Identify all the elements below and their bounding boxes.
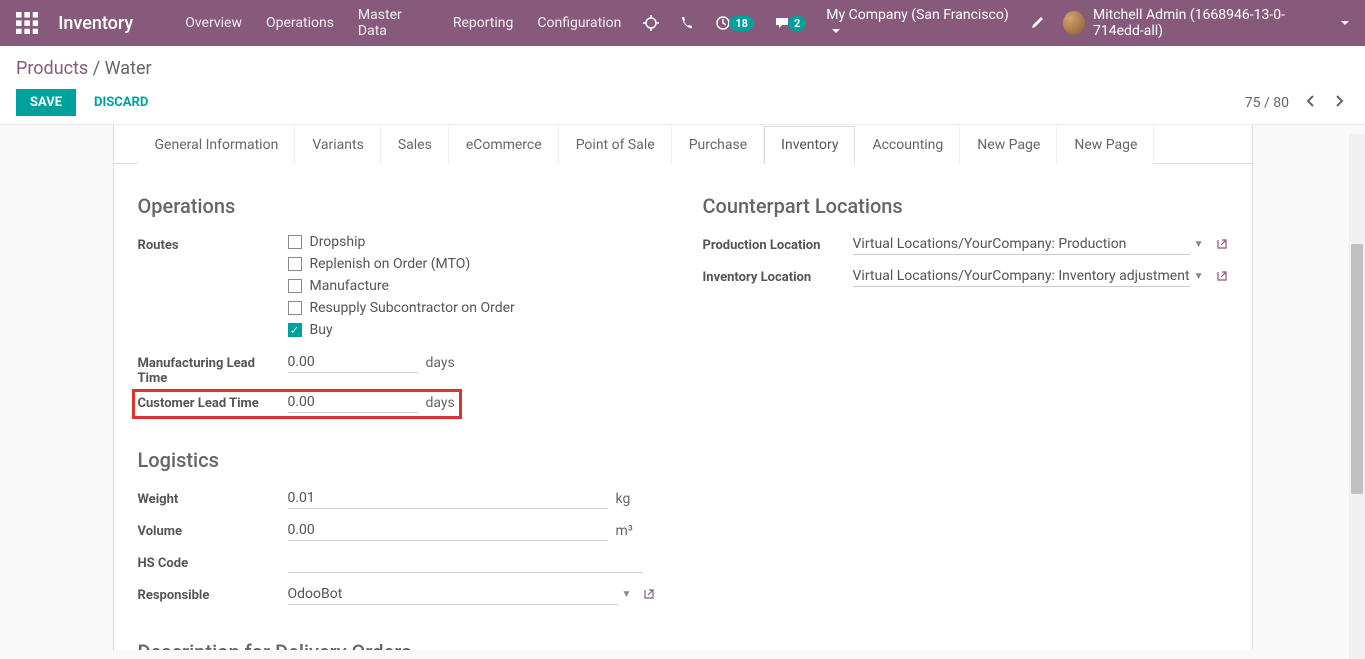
dropdown-icon[interactable]: ▼ <box>618 589 636 600</box>
route-buy[interactable]: Buy <box>288 322 515 338</box>
pager-text[interactable]: 75 / 80 <box>1245 95 1289 111</box>
dropdown-icon[interactable]: ▼ <box>1190 271 1208 282</box>
caret-down-icon <box>1341 21 1349 25</box>
route-label: Buy <box>310 322 333 338</box>
counterpart-title: Counterpart Locations <box>703 194 1228 218</box>
volume-unit: m³ <box>616 523 633 539</box>
cust-lead-input[interactable] <box>288 392 418 413</box>
responsible-input[interactable] <box>288 584 618 605</box>
inv-loc-label: Inventory Location <box>703 266 853 285</box>
route-replenish-mto[interactable]: Replenish on Order (MTO) <box>288 256 515 272</box>
hscode-input[interactable] <box>288 552 643 573</box>
weight-label: Weight <box>138 488 288 507</box>
save-button[interactable]: Save <box>16 89 76 116</box>
breadcrumb-products[interactable]: Products <box>16 58 88 79</box>
app-name[interactable]: Inventory <box>58 13 133 34</box>
tabs: General Information Variants Sales eComm… <box>114 125 1252 164</box>
inv-loc-input[interactable] <box>853 266 1190 287</box>
mfg-lead-label: Manufacturing Lead Time <box>138 352 288 386</box>
external-link-icon[interactable] <box>1216 267 1228 286</box>
weight-input[interactable] <box>288 488 608 509</box>
route-label: Resupply Subcontractor on Order <box>310 300 515 316</box>
checkbox-icon <box>288 235 302 249</box>
route-label: Dropship <box>310 234 366 250</box>
checkbox-icon <box>288 279 302 293</box>
avatar <box>1063 11 1085 35</box>
company-name: My Company (San Francisco) <box>826 7 1008 23</box>
prod-loc-input[interactable] <box>853 234 1190 255</box>
route-label: Manufacture <box>310 278 389 294</box>
content-wrapper: General Information Variants Sales eComm… <box>0 125 1365 650</box>
breadcrumb: Products / Water <box>16 58 1349 79</box>
tab-accounting[interactable]: Accounting <box>855 126 960 164</box>
user-menu[interactable]: Mitchell Admin (1668946-13-0-714edd-all) <box>1055 7 1349 39</box>
discard-button[interactable]: Discard <box>80 89 162 116</box>
form-sheet: General Information Variants Sales eComm… <box>113 125 1253 650</box>
main-navbar: Inventory Overview Operations Master Dat… <box>0 0 1365 46</box>
operations-title: Operations <box>138 194 663 218</box>
routes-label: Routes <box>138 234 288 253</box>
caret-down-icon <box>832 29 840 33</box>
right-column: Counterpart Locations Production Locatio… <box>703 194 1228 650</box>
user-name: Mitchell Admin (1668946-13-0-714edd-all) <box>1093 7 1335 39</box>
route-manufacture[interactable]: Manufacture <box>288 278 515 294</box>
hscode-label: HS Code <box>138 552 288 571</box>
description-delivery-title: Description for Delivery Orders <box>138 640 663 650</box>
activity-icon[interactable]: 18 <box>705 15 764 31</box>
responsible-label: Responsible <box>138 584 288 603</box>
debug-icon[interactable] <box>633 15 669 31</box>
menu-overview[interactable]: Overview <box>173 15 254 31</box>
tab-point-of-sale[interactable]: Point of Sale <box>559 126 672 164</box>
apps-icon[interactable] <box>16 11 38 35</box>
route-resupply-subcontractor[interactable]: Resupply Subcontractor on Order <box>288 300 515 316</box>
weight-unit: kg <box>616 491 631 507</box>
activity-badge: 18 <box>729 16 754 31</box>
menu-master-data[interactable]: Master Data <box>346 7 441 39</box>
pager-prev-icon[interactable] <box>1301 90 1319 116</box>
mfg-lead-input[interactable] <box>288 352 418 373</box>
cust-lead-label: Customer Lead Time <box>138 392 288 411</box>
pager-next-icon[interactable] <box>1331 90 1349 116</box>
scrollbar-thumb[interactable] <box>1351 244 1363 494</box>
volume-label: Volume <box>138 520 288 539</box>
messaging-icon[interactable]: 2 <box>764 15 816 31</box>
prod-loc-label: Production Location <box>703 234 853 253</box>
route-dropship[interactable]: Dropship <box>288 234 515 250</box>
days-unit: days <box>426 395 455 411</box>
phone-icon[interactable] <box>669 15 705 31</box>
tools-icon[interactable] <box>1019 15 1055 31</box>
checkbox-icon <box>288 301 302 315</box>
volume-input[interactable] <box>288 520 608 541</box>
route-label: Replenish on Order (MTO) <box>310 256 471 272</box>
tab-purchase[interactable]: Purchase <box>672 126 764 164</box>
dropdown-icon[interactable]: ▼ <box>1190 239 1208 250</box>
checkbox-icon <box>288 257 302 271</box>
company-selector[interactable]: My Company (San Francisco) <box>816 7 1019 39</box>
tab-new-page-1[interactable]: New Page <box>960 126 1057 164</box>
scrollbar-track[interactable] <box>1349 134 1365 659</box>
menu-configuration[interactable]: Configuration <box>525 15 633 31</box>
logistics-title: Logistics <box>138 448 663 472</box>
checkbox-checked-icon <box>288 323 302 337</box>
breadcrumb-current: Water <box>105 58 152 79</box>
left-column: Operations Routes Dropship Replenish on … <box>138 194 663 650</box>
menu-operations[interactable]: Operations <box>254 15 346 31</box>
external-link-icon[interactable] <box>643 585 655 604</box>
message-badge: 2 <box>788 16 806 31</box>
tab-variants[interactable]: Variants <box>295 126 381 164</box>
tab-ecommerce[interactable]: eCommerce <box>449 126 559 164</box>
tab-new-page-2[interactable]: New Page <box>1057 126 1154 164</box>
tab-sales[interactable]: Sales <box>381 126 449 164</box>
tab-inventory[interactable]: Inventory <box>764 126 855 164</box>
form-content: Operations Routes Dropship Replenish on … <box>138 164 1228 650</box>
tab-general-information[interactable]: General Information <box>138 126 296 164</box>
external-link-icon[interactable] <box>1216 235 1228 254</box>
days-unit: days <box>426 355 455 371</box>
control-panel: Products / Water Save Discard 75 / 80 <box>0 46 1365 125</box>
menu-reporting[interactable]: Reporting <box>441 15 526 31</box>
